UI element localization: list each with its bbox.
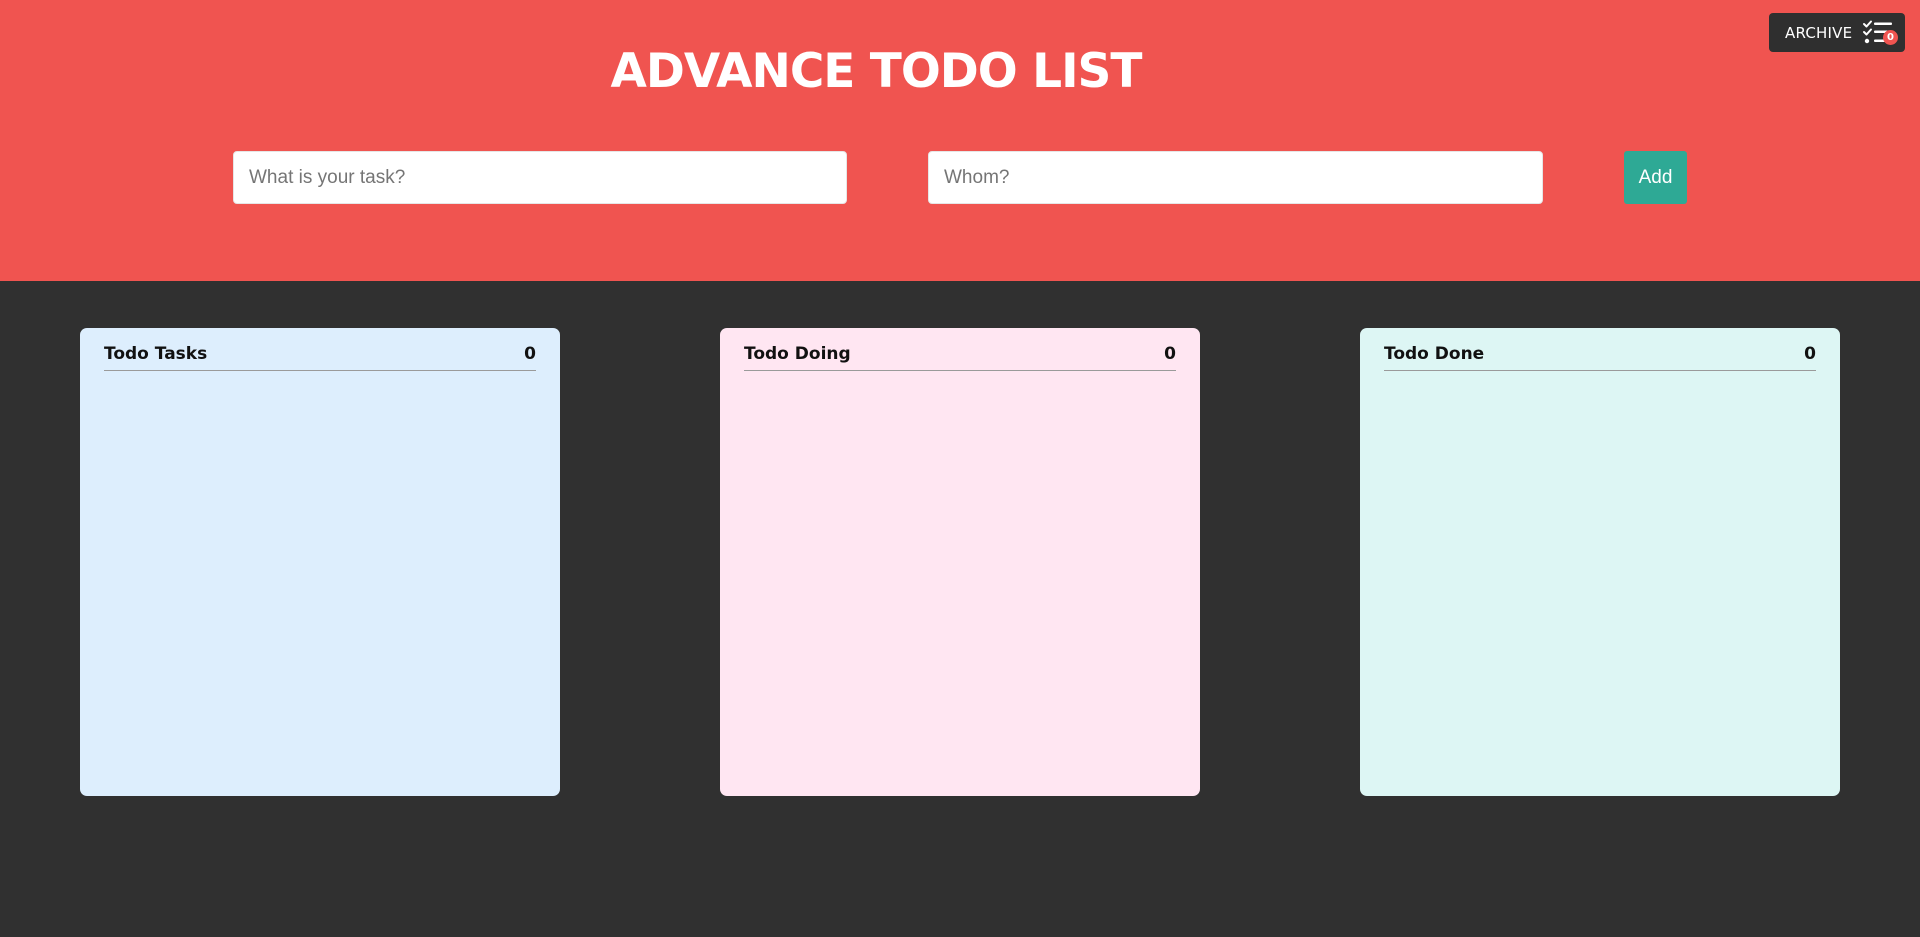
column-title: Todo Doing xyxy=(744,344,851,364)
column-header: Todo Done 0 xyxy=(1384,344,1816,371)
column-title: Todo Tasks xyxy=(104,344,208,364)
archive-count-badge: 0 xyxy=(1883,30,1898,45)
column-count: 0 xyxy=(524,344,536,364)
column-todo-tasks[interactable]: Todo Tasks 0 xyxy=(80,328,560,796)
column-count: 0 xyxy=(1164,344,1176,364)
archive-button[interactable]: ARCHIVE 0 xyxy=(1769,13,1905,52)
header-banner: ADVANCE TODO LIST Add ARCHIVE 0 xyxy=(0,0,1920,281)
page-title: ADVANCE TODO LIST xyxy=(610,44,1143,99)
column-header: Todo Doing 0 xyxy=(744,344,1176,371)
column-header: Todo Tasks 0 xyxy=(104,344,536,371)
add-button[interactable]: Add xyxy=(1624,151,1687,204)
task-input[interactable] xyxy=(233,151,847,204)
column-todo-doing[interactable]: Todo Doing 0 xyxy=(720,328,1200,796)
column-title: Todo Done xyxy=(1384,344,1485,364)
archive-label: ARCHIVE xyxy=(1785,23,1853,42)
column-count: 0 xyxy=(1804,344,1816,364)
column-todo-done[interactable]: Todo Done 0 xyxy=(1360,328,1840,796)
whom-input[interactable] xyxy=(928,151,1543,204)
